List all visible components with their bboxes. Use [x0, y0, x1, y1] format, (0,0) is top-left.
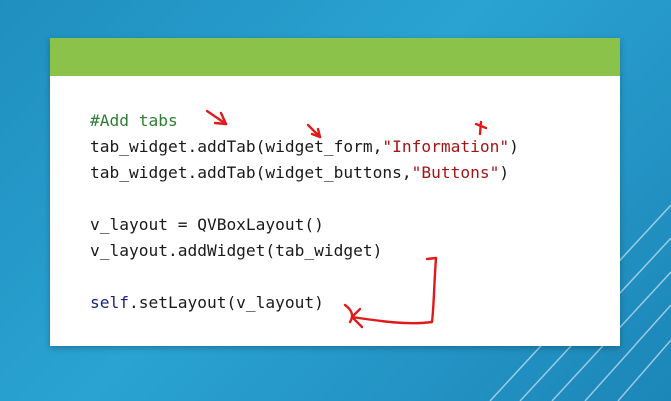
code-text: ) [499, 163, 510, 182]
code-line-add-tab-information: tab_widget.addTab(widget_form,"Informati… [90, 134, 519, 160]
code-string: "Information" [382, 137, 510, 156]
code-keyword: self [90, 293, 129, 312]
code-text: .setLayout(v_layout) [128, 293, 324, 312]
slide-card: #Add tabs tab_widget.addTab(widget_form,"… [50, 38, 620, 346]
code-line-add-tab-buttons: tab_widget.addTab(widget_buttons,"Button… [90, 160, 519, 186]
code-line-vlayout-create: v_layout = QVBoxLayout() [90, 215, 324, 234]
code-text: tab_widget.addTab(widget_buttons, [90, 163, 412, 182]
code-text: tab_widget.addTab(widget_form, [90, 137, 383, 156]
code-snippet: #Add tabs tab_widget.addTab(widget_form,"… [90, 108, 519, 316]
code-line-add-widget: v_layout.addWidget(tab_widget) [90, 241, 383, 260]
code-comment-line: #Add tabs [90, 111, 178, 130]
code-line-set-layout: self.setLayout(v_layout) [90, 290, 519, 316]
card-header-bar [50, 38, 620, 76]
code-string: "Buttons" [411, 163, 500, 182]
code-text: ) [509, 137, 519, 156]
